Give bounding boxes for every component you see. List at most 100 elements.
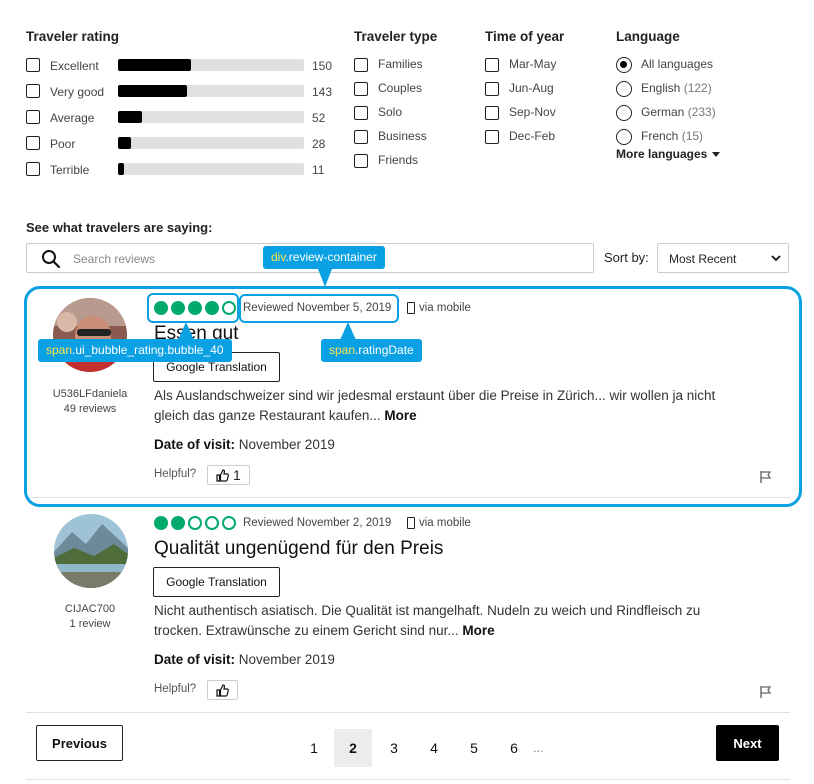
traveler-type-label[interactable]: Families [378, 57, 423, 71]
via-mobile: via mobile [407, 302, 471, 314]
checkbox-families[interactable] [354, 58, 368, 72]
google-translation-button[interactable]: Google Translation [153, 567, 280, 597]
review-text: Nicht authentisch asiatisch. Die Qualitä… [154, 603, 701, 638]
phone-icon [407, 517, 415, 529]
radio-french[interactable] [616, 129, 632, 145]
tag-pointer [178, 322, 194, 340]
rating-count: 52 [312, 111, 326, 125]
time-of-year-label[interactable]: Jun-Aug [509, 81, 554, 95]
previous-button[interactable]: Previous [36, 725, 123, 761]
bubble-full-icon [205, 301, 219, 315]
rating-bar-fill [118, 85, 187, 97]
checkbox-business[interactable] [354, 130, 368, 144]
radio-english[interactable] [616, 81, 632, 97]
flag-icon[interactable] [759, 470, 773, 484]
rating-date: Reviewed November 2, 2019 [243, 517, 392, 529]
language-label[interactable]: French (15) [641, 129, 703, 143]
rating-bar-fill [118, 59, 191, 71]
next-button[interactable]: Next [716, 725, 779, 761]
page-2[interactable]: 2 [334, 729, 372, 767]
time-of-year-label[interactable]: Mar-May [509, 57, 556, 71]
time-of-year-label[interactable]: Dec-Feb [509, 129, 555, 143]
page-6[interactable]: 6 [495, 729, 533, 767]
radio-all-languages[interactable] [616, 57, 632, 73]
checkbox[interactable] [26, 110, 40, 124]
rating-label: Very good [50, 85, 105, 99]
more-languages-button[interactable]: More languages [616, 147, 721, 161]
search-icon [42, 250, 61, 269]
checkbox-couples[interactable] [354, 82, 368, 96]
page-4[interactable]: 4 [415, 729, 453, 767]
bubble-rating [154, 516, 236, 530]
bubble-full-icon [188, 301, 202, 315]
traveler-type-label[interactable]: Solo [378, 105, 402, 119]
rating-count: 143 [312, 85, 333, 99]
helpful-count: 1 [233, 467, 241, 483]
chevron-down-icon [712, 151, 721, 157]
traveler-type-title: Traveler type [354, 29, 438, 44]
sort-value: Most Recent [669, 252, 737, 266]
checkbox[interactable] [26, 136, 40, 150]
checkbox[interactable] [26, 84, 40, 98]
checkbox-dec-feb[interactable] [485, 130, 499, 144]
page-1[interactable]: 1 [295, 729, 333, 767]
traveler-type-label[interactable]: Business [378, 129, 427, 143]
rating-bar [118, 137, 304, 149]
time-of-year-title: Time of year [485, 29, 565, 44]
divider [26, 497, 790, 498]
divider [26, 712, 790, 713]
traveler-type-label[interactable]: Couples [378, 81, 422, 95]
bubble-rating [154, 301, 236, 315]
bubble-full-icon [154, 301, 168, 315]
bubble-empty-icon [205, 516, 219, 530]
language-label[interactable]: English (122) [641, 81, 712, 95]
phone-icon [407, 302, 415, 314]
sort-select[interactable]: Most Recent [657, 243, 789, 273]
sort-label: Sort by: [604, 250, 649, 265]
date-of-visit: Date of visit: November 2019 [154, 652, 335, 667]
bubble-full-icon [171, 301, 185, 315]
checkbox[interactable] [26, 162, 40, 176]
radio-german[interactable] [616, 105, 632, 121]
reviews-heading: See what travelers are saying: [26, 220, 213, 235]
helpful-button[interactable] [207, 680, 238, 700]
checkbox-jun-aug[interactable] [485, 82, 499, 96]
more-link[interactable]: More [462, 623, 494, 638]
rating-label: Average [50, 111, 95, 125]
rating-bar [118, 111, 304, 123]
helpful-label: Helpful? [154, 468, 197, 480]
checkbox-sep-nov[interactable] [485, 106, 499, 120]
rating-label: Terrible [50, 163, 90, 177]
rating-bar-fill [118, 111, 143, 123]
page-3[interactable]: 3 [375, 729, 413, 767]
checkbox-mar-may[interactable] [485, 58, 499, 72]
rating-count: 11 [312, 163, 325, 177]
time-of-year-label[interactable]: Sep-Nov [509, 105, 556, 119]
rating-date-tag: span.ratingDate [321, 339, 422, 362]
checkbox-solo[interactable] [354, 106, 368, 120]
thumbs-up-icon [216, 683, 229, 697]
more-link[interactable]: More [384, 408, 416, 423]
review-title[interactable]: Qualität ungenügend für den Preis [154, 538, 443, 560]
bubble-full-icon [171, 516, 185, 530]
language-label[interactable]: All languages [641, 57, 713, 71]
checkbox-friends[interactable] [354, 154, 368, 168]
helpful-button[interactable]: 1 [207, 465, 250, 485]
chevron-down-icon [771, 255, 781, 262]
divider [26, 779, 790, 780]
rating-count: 28 [312, 137, 326, 151]
flag-icon[interactable] [759, 685, 773, 699]
tag-pointer [318, 269, 332, 287]
checkbox[interactable] [26, 58, 40, 72]
language-title: Language [616, 29, 680, 44]
rating-bar [118, 163, 304, 175]
avatar[interactable] [54, 514, 128, 588]
traveler-type-label[interactable]: Friends [378, 153, 418, 167]
search-input[interactable] [73, 250, 293, 268]
page-5[interactable]: 5 [455, 729, 493, 767]
rating-bar [118, 59, 304, 71]
username[interactable]: U536LFdaniela [35, 388, 145, 400]
language-label[interactable]: German (233) [641, 105, 716, 119]
rating-bar [118, 85, 304, 97]
username[interactable]: CIJAC700 [35, 603, 145, 615]
